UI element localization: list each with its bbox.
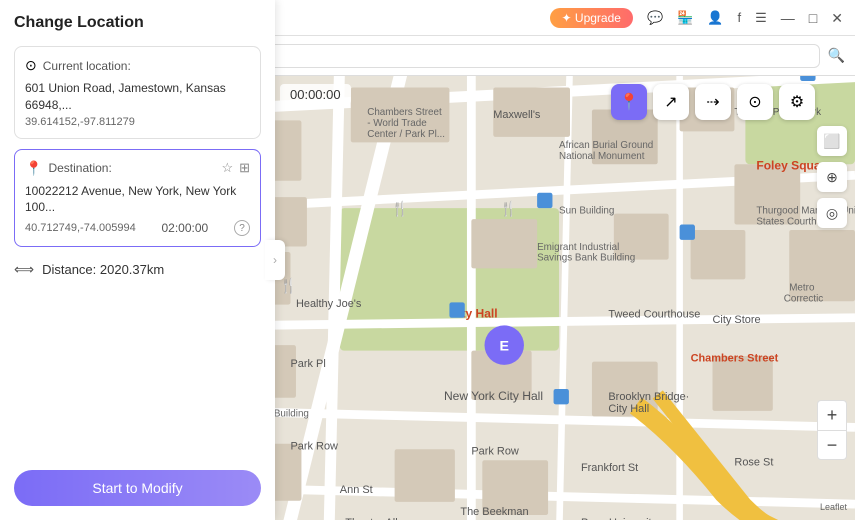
svg-text:Maxwell's: Maxwell's: [493, 109, 541, 121]
destination-header-left: 📍 Destination:: [25, 160, 112, 177]
map-tool-route[interactable]: ↗: [653, 84, 689, 120]
svg-text:City Hall: City Hall: [608, 403, 649, 415]
facebook-icon[interactable]: f: [738, 10, 742, 25]
current-location-label: Current location:: [43, 59, 131, 73]
svg-text:National Monument: National Monument: [559, 151, 645, 162]
upgrade-button[interactable]: ✦ Upgrade: [550, 8, 633, 28]
store-icon[interactable]: 🏪: [677, 10, 693, 26]
svg-text:Emigrant Industrial: Emigrant Industrial: [537, 242, 619, 253]
svg-text:New York City Hall: New York City Hall: [444, 389, 543, 403]
map-tool-settings[interactable]: ⚙: [779, 84, 815, 120]
svg-text:The Beekman: The Beekman: [460, 506, 528, 518]
current-location-icon: ⊙: [25, 57, 37, 74]
destination-header-right: ☆ ⊞: [221, 160, 250, 176]
destination-coords-row: 40.712749,-74.005994 02:00:00 ?: [25, 220, 250, 236]
svg-text:Brooklyn Bridge·: Brooklyn Bridge·: [608, 391, 689, 403]
zoom-in-button[interactable]: +: [817, 400, 847, 430]
menu-icon[interactable]: ☰: [755, 10, 767, 26]
destination-header: 📍 Destination: ☆ ⊞: [25, 160, 250, 177]
current-location-coords: 39.614152,-97.811279: [25, 116, 250, 128]
svg-text:Correctic: Correctic: [784, 293, 824, 304]
current-location-header: ⊙ Current location:: [25, 57, 250, 74]
destination-pin-icon: 📍: [25, 160, 42, 177]
search-icon[interactable]: 🔍: [828, 47, 845, 64]
map-toolbar-top: 📍 ↗ ⇢ ⊙ ⚙: [611, 84, 815, 120]
start-modify-button[interactable]: Start to Modify: [14, 470, 261, 506]
user-icon[interactable]: 👤: [707, 10, 723, 26]
destination-coords: 40.712749,-74.005994: [25, 222, 136, 234]
destination-time: 02:00:00: [162, 221, 209, 235]
svg-text:Chambers Street: Chambers Street: [367, 107, 442, 118]
svg-text:Tweed Courthouse: Tweed Courthouse: [608, 309, 700, 321]
panel-drag-handle[interactable]: ›: [265, 240, 285, 280]
current-location-address: 601 Union Road, Jamestown, Kansas 66948,…: [25, 80, 250, 114]
svg-text:🍴: 🍴: [280, 277, 298, 294]
svg-text:Sun Building: Sun Building: [559, 206, 614, 217]
destination-help-icon[interactable]: ?: [234, 220, 250, 236]
screenshot-button[interactable]: ⬜: [817, 126, 847, 156]
distance-label: Distance: 2020.37km: [42, 262, 164, 277]
map-tool-multi-stop[interactable]: ⇢: [695, 84, 731, 120]
svg-text:- World Trade: - World Trade: [367, 118, 427, 129]
svg-text:Rose St: Rose St: [734, 457, 773, 469]
svg-text:African Burial Ground: African Burial Ground: [559, 140, 653, 151]
map-tool-jump[interactable]: ⊙: [737, 84, 773, 120]
maximize-button[interactable]: □: [809, 11, 817, 25]
svg-text:🍴: 🍴: [391, 201, 409, 218]
svg-text:Frankfort St: Frankfort St: [581, 462, 638, 474]
panel-title: Change Location: [14, 14, 261, 32]
distance-row: ⟺ Distance: 2020.37km: [14, 257, 261, 282]
zoom-out-button[interactable]: −: [817, 430, 847, 460]
destination-address: 10022212 Avenue, New York, New York 100.…: [25, 183, 250, 217]
destination-label: Destination:: [48, 161, 111, 175]
leaflet-attribution: Leaflet: [820, 502, 847, 512]
map-toolbar-right: ⬜ ⊕ ◎: [817, 126, 847, 228]
svg-text:Center / Park Pl...: Center / Park Pl...: [367, 129, 445, 140]
svg-text:Healthy Joe's: Healthy Joe's: [296, 298, 362, 310]
destination-bookmark-icon[interactable]: ⊞: [239, 160, 250, 176]
timer-display: 00:00:00: [280, 84, 351, 105]
distance-icon: ⟺: [14, 261, 34, 278]
svg-text:Ann St: Ann St: [340, 484, 373, 496]
minimize-button[interactable]: —: [781, 11, 795, 25]
compass-button[interactable]: ◎: [817, 198, 847, 228]
map-tool-pin[interactable]: 📍: [611, 84, 647, 120]
destination-box: 📍 Destination: ☆ ⊞ 10022212 Avenue, New …: [14, 149, 261, 248]
change-location-panel: Change Location ⊙ Current location: 601 …: [0, 0, 275, 520]
discord-icon[interactable]: 💬: [647, 10, 663, 26]
svg-text:Park Row: Park Row: [290, 440, 338, 452]
location-target-button[interactable]: ⊕: [817, 162, 847, 192]
svg-text:Chambers Street: Chambers Street: [691, 353, 779, 365]
zoom-controls: + −: [817, 400, 847, 460]
destination-star-icon[interactable]: ☆: [221, 160, 233, 176]
current-location-box: ⊙ Current location: 601 Union Road, Jame…: [14, 46, 261, 139]
svg-text:Savings Bank Building: Savings Bank Building: [537, 253, 635, 264]
close-button[interactable]: ✕: [831, 11, 843, 25]
titlebar-right: ✦ Upgrade 💬 🏪 👤 f ☰ — □ ✕: [550, 8, 843, 28]
svg-text:Park Row: Park Row: [471, 446, 519, 458]
svg-text:Park Pl: Park Pl: [290, 358, 325, 370]
svg-text:🍴: 🍴: [500, 201, 518, 218]
svg-text:Metro: Metro: [789, 282, 815, 293]
svg-text:City Store: City Store: [713, 314, 761, 326]
svg-text:E: E: [499, 339, 509, 355]
